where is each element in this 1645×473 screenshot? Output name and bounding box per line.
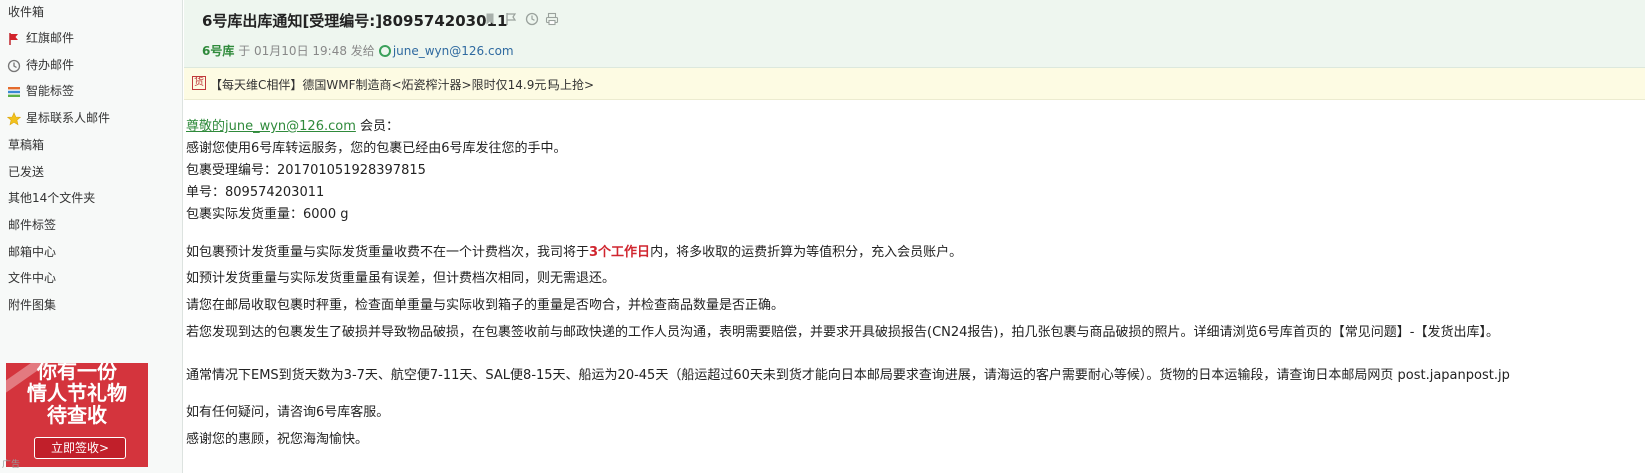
folder-sidebar: 收件箱 红旗邮件 待办邮件 智能标签 星标联系人邮件 草稿箱 已发送 其他14个…	[0, 0, 183, 473]
sidebar-item-other-folders[interactable]: 其他14个文件夹	[0, 187, 182, 209]
claim-now-button[interactable]: 立即签收>	[34, 437, 126, 459]
mail-meta: 6号库 于 01月10日 19:48 发给 june_wyn@126.com	[202, 42, 514, 59]
sidebar-item-label: 草稿箱	[8, 138, 45, 152]
mail-toolbar	[483, 12, 562, 28]
greeting: 尊敬的june_wyn@126.com 会员：	[186, 115, 399, 134]
sidebar-item-label: 附件图集	[8, 298, 57, 312]
promo-text[interactable]: 【每天维C相伴】德国WMF制造商<炻瓷榨汁器>限时仅14.9元！	[210, 76, 558, 93]
sidebar-item-attachment-gallery[interactable]: 附件图集	[0, 294, 182, 316]
sidebar-item-file-center[interactable]: 文件中心	[0, 267, 182, 289]
sidebar-item-sent[interactable]: 已发送	[0, 161, 182, 183]
clock-icon	[7, 58, 21, 73]
sidebar-item-label: 文件中心	[8, 271, 57, 285]
paragraph-contact: 如有任何疑问，请咨询6号库客服。	[186, 405, 390, 420]
sidebar-item-label: 已发送	[8, 165, 45, 179]
sidebar-item-mail-tags[interactable]: 邮件标签	[0, 214, 182, 236]
order-number: 单号：809574203011	[186, 185, 325, 200]
paragraph-refund: 如包裹预计发货重量与实际发货重量收费不在一个计费档次，我司将于3个工作日内，将多…	[186, 241, 962, 260]
bookmark-icon[interactable]	[483, 12, 497, 26]
greeting-suffix: 会员：	[355, 119, 400, 134]
meta-at: 于	[238, 44, 251, 58]
sidebar-item-label: 其他14个文件夹	[8, 191, 96, 205]
highlight-days: 3个工作日	[589, 245, 651, 260]
star-icon	[6, 111, 22, 126]
sidebar-item-todo[interactable]: 待办邮件	[0, 54, 182, 76]
red-flag-icon	[7, 31, 21, 45]
paragraph-delivery-times: 通常情况下EMS到货天数为3-7天、航空便7-11天、SAL便8-15天、船运为…	[186, 368, 1510, 383]
paragraph-damage: 若您发现到达的包裹发生了破损并导致物品破损，在包裹签收前与邮政快递的工作人员沟通…	[186, 325, 1499, 340]
sidebar-item-label: 收件箱	[8, 5, 45, 19]
sidebar-item-drafts[interactable]: 草稿箱	[0, 134, 182, 156]
sender-name[interactable]: 6号库	[202, 44, 234, 58]
clock-icon[interactable]	[525, 12, 539, 26]
mail-reader: 收件箱 红旗邮件 待办邮件 智能标签 星标联系人邮件 草稿箱 已发送 其他14个…	[0, 0, 1645, 473]
sidebar-item-label: 待办邮件	[26, 58, 75, 72]
tracking-id: 包裹受理编号：201701051928397815	[186, 163, 426, 178]
paragraph-refund-a: 如包裹预计发货重量与实际发货重量收费不在一个计费档次，我司将于	[186, 245, 590, 260]
sidebar-item-starred-contacts[interactable]: 星标联系人邮件	[0, 107, 182, 129]
paragraph-closing: 感谢您的惠顾，祝您海淘愉快。	[186, 432, 369, 447]
paragraph-refund-b: 内，将多收取的运费折算为等值积分，充入会员账户。	[650, 245, 963, 260]
flag-icon[interactable]	[504, 12, 518, 26]
sent-datetime: 01月10日 19:48	[254, 44, 347, 58]
sidebar-item-flagged[interactable]: 红旗邮件	[0, 27, 182, 49]
shipping-weight: 包裹实际发货重量：6000 g	[186, 207, 349, 222]
thanks-line: 感谢您使用6号库转运服务，您的包裹已经由6号库发往您的手中。	[186, 141, 567, 156]
sidebar-item-label: 红旗邮件	[26, 31, 75, 45]
sidebar-item-inbox[interactable]: 收件箱	[0, 1, 182, 23]
sidebar-item-label: 邮件标签	[8, 218, 57, 232]
mail-subject: 6号库出库通知[受理编号:]809574203011	[202, 12, 508, 30]
print-icon[interactable]	[545, 12, 559, 26]
valentine-ad-banner[interactable]: 你有一份 情人节礼物 待查收 立即签收>	[6, 363, 148, 467]
mail-body: 尊敬的june_wyn@126.com 会员： 感谢您使用6号库转运服务，您的包…	[186, 100, 1641, 473]
mail-header: 6号库出库通知[受理编号:]809574203011 6号库 于 01月10日 …	[184, 0, 1645, 68]
recipient-address[interactable]: june_wyn@126.com	[393, 44, 514, 58]
promo-icon: 货	[192, 76, 206, 90]
ad-label: 广告	[2, 460, 21, 470]
sidebar-item-label: 智能标签	[26, 84, 75, 98]
sidebar-item-label: 邮箱中心	[8, 245, 57, 259]
paragraph-weigh-check: 请您在邮局收取包裹时秤重，检查面单重量与实际收到箱子的重量是否吻合，并检查商品数…	[186, 298, 785, 313]
greeting-link[interactable]: 尊敬的june_wyn@126.com	[186, 119, 356, 134]
promo-link[interactable]: 马上抢>	[548, 76, 594, 93]
sidebar-item-mail-center[interactable]: 邮箱中心	[0, 241, 182, 263]
contact-status-icon	[378, 45, 391, 57]
meta-sent-to: 发给	[350, 44, 375, 58]
ad-line-3: 待查收	[47, 403, 107, 427]
paragraph-no-refund: 如预计发货重量与实际发货重量虽有误差，但计费档次相同，则无需退还。	[186, 271, 616, 286]
promo-bar: 货 【每天维C相伴】德国WMF制造商<炻瓷榨汁器>限时仅14.9元！ 马上抢>	[184, 68, 1645, 100]
sidebar-item-label: 星标联系人邮件	[26, 111, 111, 125]
tag-lines-icon	[7, 84, 21, 98]
sidebar-item-smart-tags[interactable]: 智能标签	[0, 80, 182, 102]
